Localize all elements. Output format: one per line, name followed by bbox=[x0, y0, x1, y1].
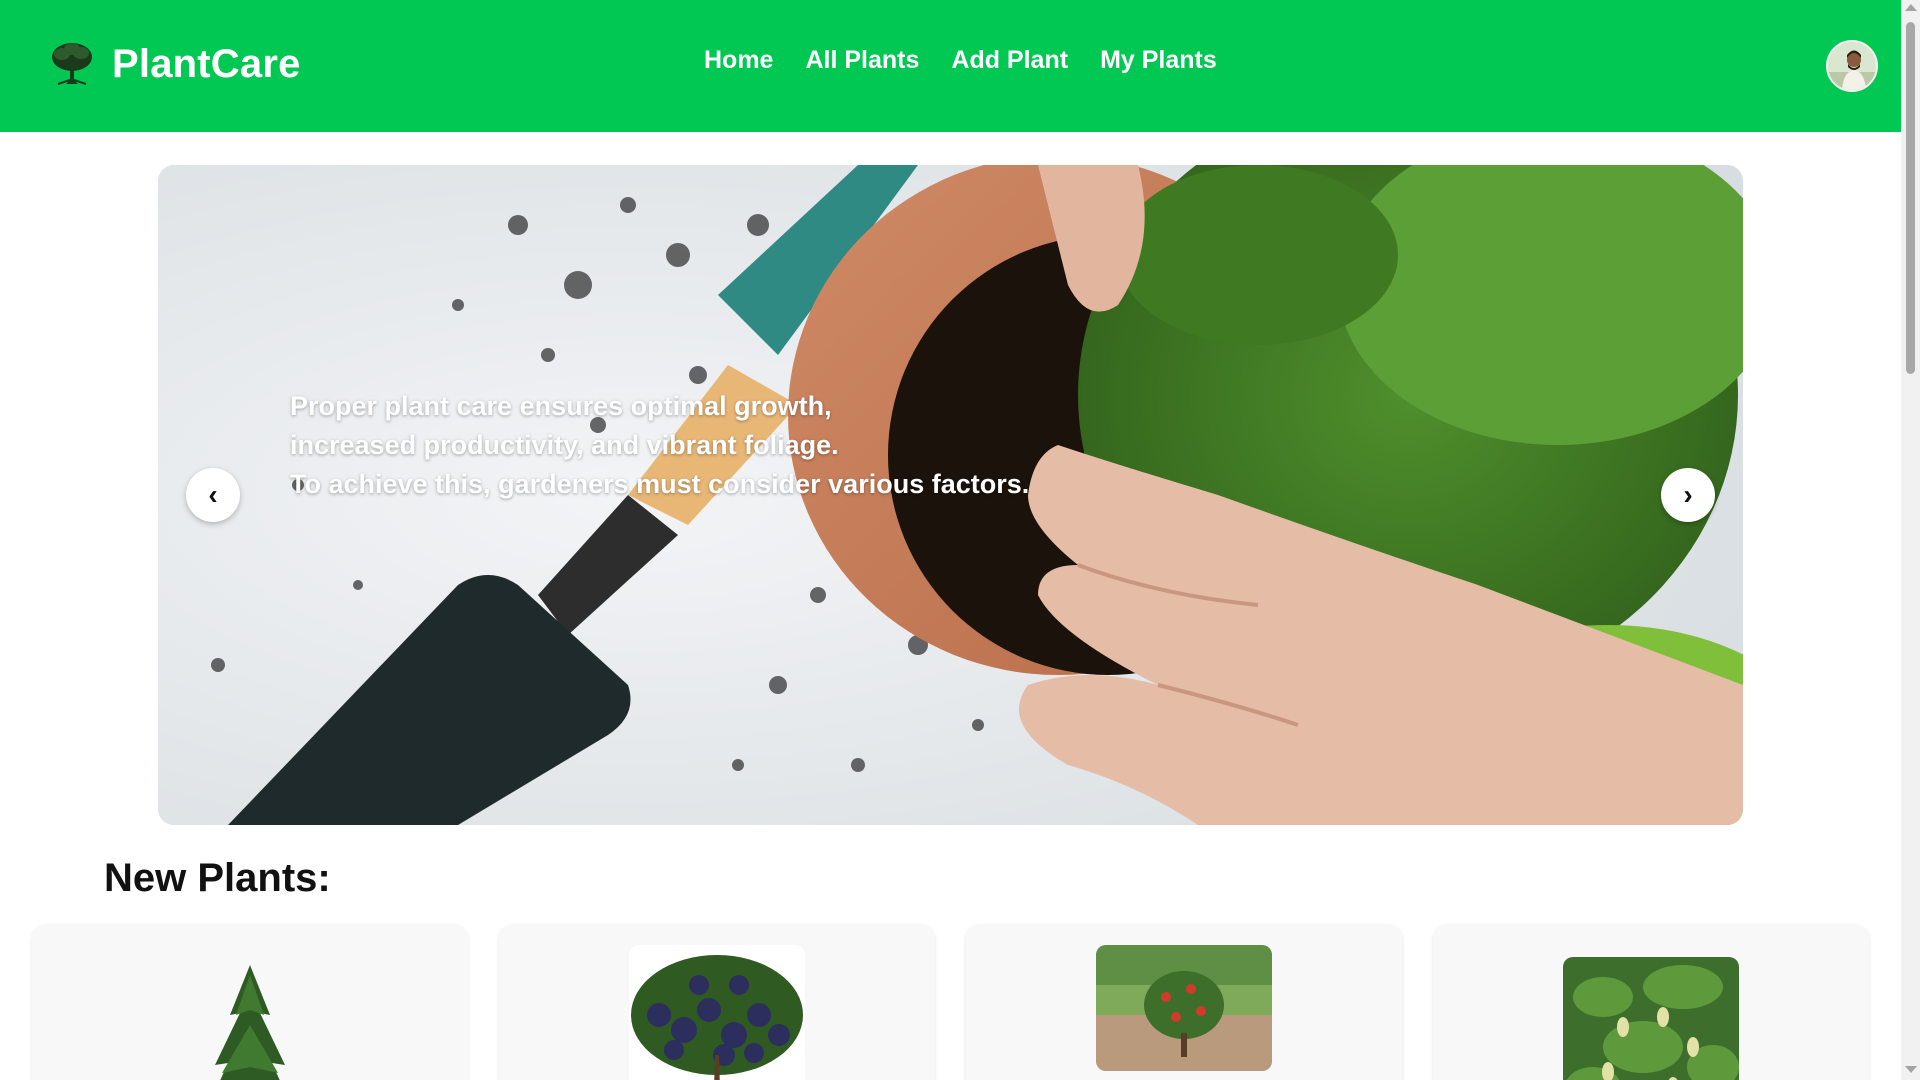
hero-carousel: Proper plant care ensures optimal growth… bbox=[158, 165, 1743, 825]
plant-card[interactable] bbox=[32, 925, 468, 1080]
chevron-left-icon: ‹ bbox=[208, 479, 218, 510]
tree-icon bbox=[52, 43, 92, 85]
chevron-right-icon: › bbox=[1683, 479, 1693, 510]
caption-line-3: To achieve this, gardeners must consider… bbox=[290, 469, 1030, 499]
caption-line-1: Proper plant care ensures optimal growth… bbox=[290, 391, 832, 421]
plant-card[interactable] bbox=[499, 925, 935, 1080]
user-avatar[interactable] bbox=[1826, 40, 1878, 92]
caption-line-2: increased productivity, and vibrant foli… bbox=[290, 430, 839, 460]
scroll-thumb[interactable] bbox=[1906, 22, 1915, 374]
slide-caption: Proper plant care ensures optimal growth… bbox=[290, 387, 1029, 504]
brand[interactable]: PlantCare bbox=[48, 40, 301, 88]
section-title: New Plants: bbox=[104, 856, 331, 900]
plant-card[interactable] bbox=[1433, 925, 1869, 1080]
navbar: PlantCare Home All Plants Add Plant My P… bbox=[0, 0, 1901, 132]
plant-card[interactable] bbox=[966, 925, 1402, 1080]
fruit-tree-image bbox=[1096, 945, 1272, 1071]
main-nav: Home All Plants Add Plant My Plants bbox=[704, 46, 1217, 75]
nav-all-plants[interactable]: All Plants bbox=[805, 46, 919, 75]
scroll-up-icon[interactable] bbox=[1905, 4, 1917, 11]
avatar-icon bbox=[1828, 42, 1876, 90]
nav-home[interactable]: Home bbox=[704, 46, 773, 75]
grape-vine-image bbox=[629, 945, 805, 1080]
mango-tree-image bbox=[1563, 957, 1739, 1080]
scroll-down-icon[interactable] bbox=[1905, 1066, 1917, 1073]
carousel-next-button[interactable]: › bbox=[1661, 468, 1715, 522]
brand-name: PlantCare bbox=[112, 41, 301, 86]
pine-tree-image bbox=[160, 955, 340, 1080]
scrollbar[interactable] bbox=[1901, 0, 1920, 1080]
nav-my-plants[interactable]: My Plants bbox=[1100, 46, 1217, 75]
carousel-prev-button[interactable]: ‹ bbox=[186, 468, 240, 522]
nav-add-plant[interactable]: Add Plant bbox=[951, 46, 1068, 75]
